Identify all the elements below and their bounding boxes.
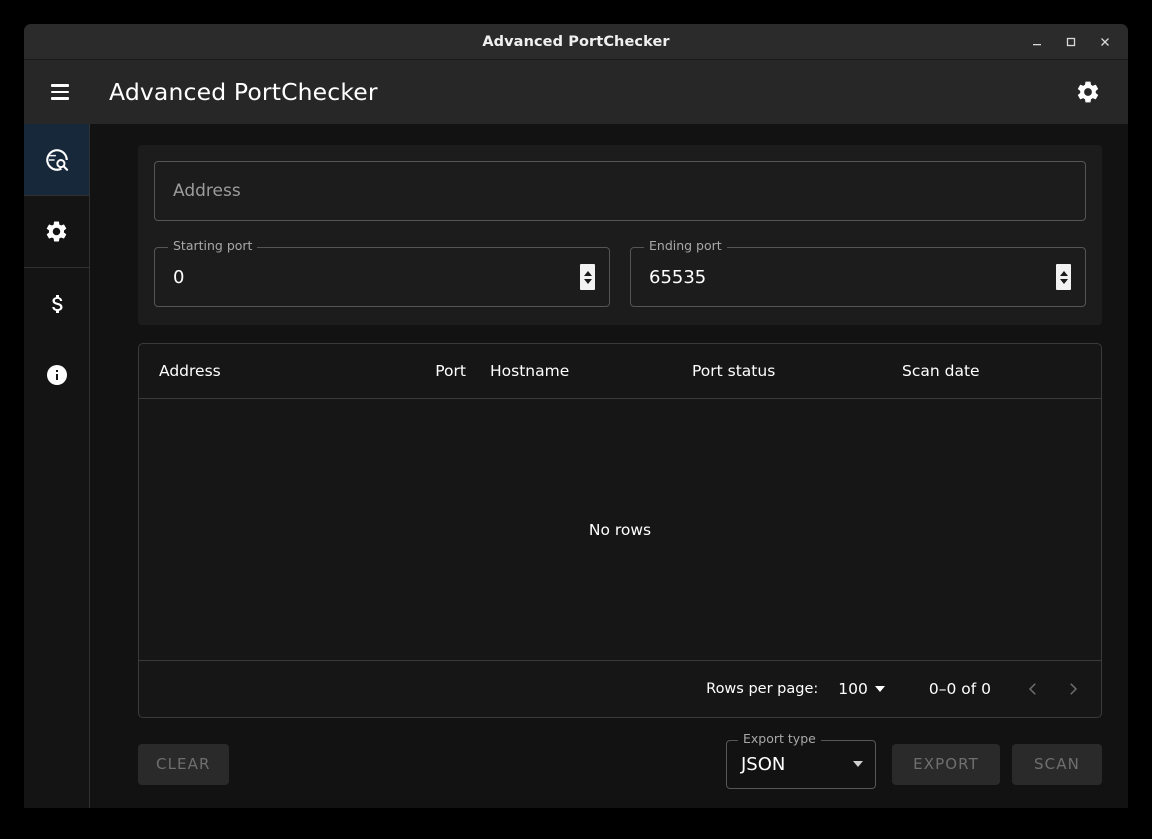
minimize-icon	[1033, 43, 1041, 45]
export-type-label: Export type	[738, 732, 821, 745]
hamburger-menu-icon[interactable]	[38, 70, 82, 114]
previous-page-button[interactable]	[1013, 669, 1053, 709]
rows-per-page-value: 100	[838, 680, 868, 698]
next-page-button[interactable]	[1053, 669, 1093, 709]
sidebar-item-donate[interactable]	[24, 268, 89, 339]
sidebar	[24, 124, 90, 808]
column-header-scan-date[interactable]: Scan date	[894, 362, 1089, 380]
table-header-row: Address Port Hostname Port status Scan d…	[139, 344, 1101, 399]
minimize-button[interactable]	[1020, 25, 1054, 59]
chevron-down-icon	[874, 686, 885, 692]
sidebar-item-port-scan[interactable]	[24, 124, 89, 195]
export-type-value: JSON	[741, 753, 786, 775]
settings-button[interactable]	[1068, 72, 1108, 112]
pagination-range: 0–0 of 0	[928, 680, 991, 698]
chevron-down-icon	[853, 761, 863, 767]
column-header-hostname[interactable]: Hostname	[474, 362, 684, 380]
stepper-up-icon[interactable]	[583, 270, 592, 276]
sidebar-item-about[interactable]	[24, 339, 89, 410]
column-header-port[interactable]: Port	[419, 362, 474, 380]
export-type-select[interactable]: Export type JSON	[726, 732, 876, 789]
chevron-right-icon	[1070, 683, 1078, 695]
app-window: Advanced PortChecker Advanced PortChecke…	[24, 24, 1128, 808]
column-header-port-status[interactable]: Port status	[684, 362, 894, 380]
starting-port-field[interactable]: Starting port 0	[154, 239, 610, 307]
stepper-up-icon[interactable]	[1059, 270, 1068, 276]
action-bar: CLEAR Export type JSON EXPORT SCAN	[138, 732, 1102, 795]
ending-port-field[interactable]: Ending port 65535	[630, 239, 1086, 307]
stepper-down-icon[interactable]	[1059, 278, 1068, 284]
ending-port-label: Ending port	[644, 239, 727, 253]
window-title: Advanced PortChecker	[482, 33, 670, 50]
ending-port-value: 65535	[649, 266, 707, 288]
window-controls	[1020, 24, 1128, 59]
dollar-sign-icon	[51, 294, 62, 313]
stepper-down-icon[interactable]	[583, 278, 592, 284]
address-field[interactable]: Address	[154, 161, 1086, 221]
column-header-address[interactable]: Address	[151, 362, 419, 380]
ports-row: Starting port 0 Ending port 65535	[154, 239, 1086, 307]
app-bar: Advanced PortChecker	[24, 60, 1128, 124]
content-area: Address Starting port 0 Ending port 6553…	[90, 124, 1128, 808]
body: Address Starting port 0 Ending port 6553…	[24, 124, 1128, 808]
info-circle-icon	[46, 364, 67, 385]
app-title: Advanced PortChecker	[109, 78, 378, 106]
empty-state-text: No rows	[588, 520, 652, 539]
close-button[interactable]	[1088, 25, 1122, 59]
close-icon	[1101, 37, 1109, 46]
results-table: Address Port Hostname Port status Scan d…	[138, 343, 1102, 718]
title-bar[interactable]: Advanced PortChecker	[24, 24, 1128, 60]
gear-icon	[1077, 81, 1099, 103]
chevron-left-icon	[1028, 683, 1036, 695]
maximize-icon	[1066, 37, 1076, 46]
starting-port-value: 0	[173, 266, 185, 288]
table-body: No rows	[139, 399, 1101, 660]
rows-per-page-label: Rows per page:	[706, 681, 819, 697]
export-button[interactable]: EXPORT	[892, 743, 1000, 785]
gear-icon	[46, 221, 67, 242]
globe-search-icon	[45, 148, 68, 171]
maximize-button[interactable]	[1054, 25, 1088, 59]
table-pagination: Rows per page: 100 0–0 of 0	[139, 660, 1101, 717]
sidebar-item-settings[interactable]	[24, 196, 89, 267]
scan-form-card: Address Starting port 0 Ending port 6553…	[138, 145, 1102, 325]
clear-button[interactable]: CLEAR	[138, 743, 229, 785]
ending-port-stepper[interactable]	[1056, 264, 1071, 290]
starting-port-label: Starting port	[168, 239, 258, 253]
scan-button[interactable]: SCAN	[1012, 743, 1102, 785]
rows-per-page-select[interactable]: 100	[838, 680, 885, 698]
address-placeholder: Address	[173, 181, 241, 201]
starting-port-stepper[interactable]	[580, 264, 595, 290]
